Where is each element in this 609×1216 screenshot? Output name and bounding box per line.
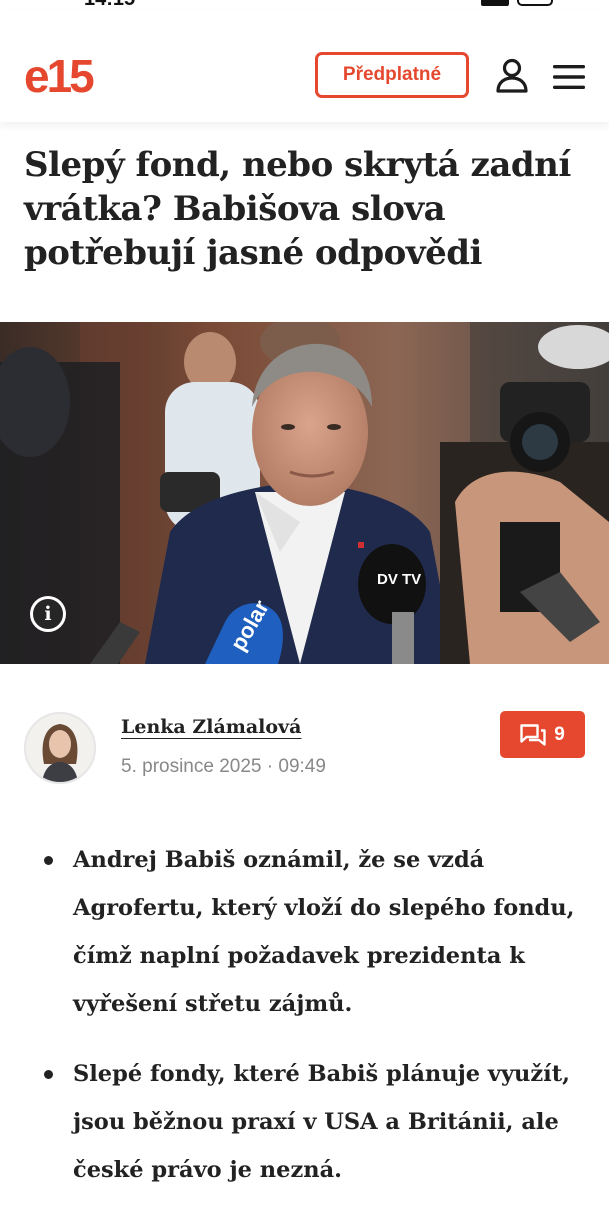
battery-icon — [517, 0, 553, 6]
article-date: 5. prosince 2025 · 09:49 — [121, 756, 326, 777]
menu-icon[interactable] — [553, 64, 585, 90]
comments-button[interactable]: 9 — [500, 711, 585, 758]
author-avatar[interactable] — [24, 712, 96, 784]
status-icons — [481, 0, 553, 6]
status-bar: 14:15 — [0, 0, 609, 10]
info-icon[interactable]: i — [30, 596, 66, 632]
article-headline: Slepý fond, nebo skrytá zadní vrátka? Ba… — [24, 145, 571, 273]
author-portrait — [26, 714, 94, 782]
site-logo[interactable]: e15 — [24, 50, 95, 102]
user-icon[interactable] — [495, 58, 529, 94]
summary-bullet: Slepé fondy, které Babiš plánuje využít,… — [24, 1050, 594, 1194]
site-header: e15 Předplatné — [0, 10, 609, 122]
article-hero-image: polar DV TV — [0, 322, 609, 664]
article-summary-list: Andrej Babiš oznámil, že se vzdá Agrofer… — [24, 836, 594, 1216]
bullet-dot — [44, 1070, 53, 1079]
status-time: 14:15 — [84, 0, 135, 10]
mic-right-label: DV TV — [377, 571, 421, 588]
bullet-dot — [44, 856, 53, 865]
subscribe-button[interactable]: Předplatné — [315, 52, 469, 98]
comments-icon — [520, 723, 546, 746]
author-name-link[interactable]: Lenka Zlámalová — [121, 716, 301, 738]
signal-icon — [481, 0, 509, 6]
summary-bullet-text: Andrej Babiš oznámil, že se vzdá Agrofer… — [73, 847, 575, 1017]
comments-count: 9 — [554, 723, 565, 745]
summary-bullet-text: Slepé fondy, které Babiš plánuje využít,… — [73, 1061, 570, 1183]
hero-photo-illustration: polar DV TV — [0, 322, 609, 664]
summary-bullet: Andrej Babiš oznámil, že se vzdá Agrofer… — [24, 836, 594, 1028]
